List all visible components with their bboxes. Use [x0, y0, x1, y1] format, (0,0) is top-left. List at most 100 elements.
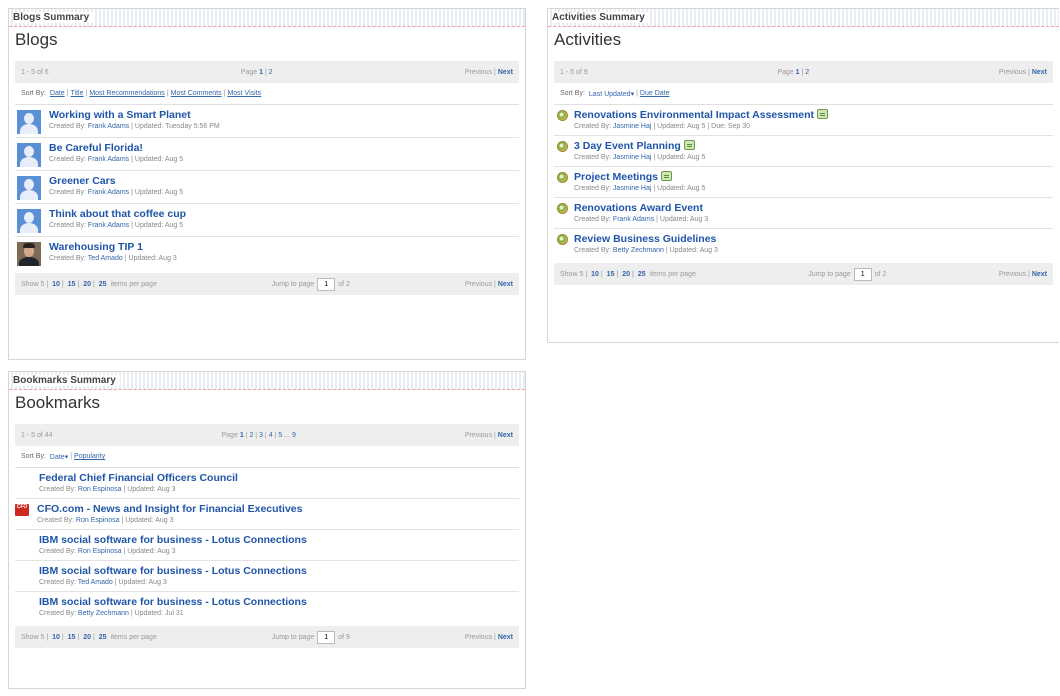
edit-icon[interactable]: [661, 171, 673, 181]
item-title-link[interactable]: Think about that coffee cup: [49, 208, 186, 221]
blogs-sort-comments[interactable]: Most Comments: [171, 90, 222, 97]
show-25[interactable]: 25: [97, 634, 109, 641]
jump-to-page-input[interactable]: [853, 267, 872, 281]
blogs-sort-bar: Sort By: Date | Title | Most Recommendatio…: [15, 83, 519, 105]
activities-panel: Activities Summary Activities 1 - 5 of 9…: [547, 8, 1059, 343]
author-link[interactable]: Betty Zechmann: [613, 247, 664, 254]
list-item: IBM social software for business - Lotus…: [39, 596, 307, 617]
blogs-pager: 1 - 5 of 6 Page 1 | 2 Previous | Next: [15, 61, 519, 83]
show-20[interactable]: 20: [81, 634, 93, 641]
blogs-title: Blogs: [15, 30, 58, 49]
bookmarks-next-footer[interactable]: Next: [498, 634, 513, 641]
author-link[interactable]: Jasmine Haj: [613, 123, 652, 130]
author-link[interactable]: Frank Adams: [613, 216, 654, 223]
blogs-panel: Blogs Summary Blogs 1 - 5 of 6 Page 1 | …: [8, 8, 526, 360]
item-title-link[interactable]: CFO.com - News and Insight for Financial…: [37, 503, 302, 516]
show-15[interactable]: 15: [66, 281, 78, 288]
list-item: IBM social software for business - Lotus…: [15, 561, 519, 592]
activities-title: Activities: [554, 30, 622, 49]
blogs-previous: Previous: [464, 68, 493, 76]
bookmarks-panel: Bookmarks Summary Bookmarks 1 - 5 of 44 …: [8, 371, 526, 689]
author-link[interactable]: Jasmine Haj: [613, 154, 652, 161]
show-10[interactable]: 10: [589, 271, 601, 278]
activities-sort-last-updated[interactable]: Last Updated▾: [589, 90, 634, 98]
bookmarks-page-2[interactable]: 2: [249, 432, 253, 439]
show-20[interactable]: 20: [81, 281, 93, 288]
item-title-link[interactable]: Renovations Environmental Impact Assessm…: [574, 109, 814, 121]
author-link[interactable]: Frank Adams: [88, 123, 129, 130]
bookmarks-sort-popularity[interactable]: Popularity: [74, 453, 105, 460]
bookmarks-page-1[interactable]: 1: [240, 432, 244, 439]
activities-page-1[interactable]: 1: [796, 69, 800, 76]
bookmarks-page-3[interactable]: 3: [259, 432, 263, 439]
author-link[interactable]: Ted Amado: [88, 255, 123, 262]
avatar: [17, 209, 41, 233]
item-title-link[interactable]: Be Careful Florida!: [49, 142, 183, 155]
author-link[interactable]: Ron Espinosa: [76, 517, 120, 524]
show-10[interactable]: 10: [50, 281, 62, 288]
activity-icon: [557, 141, 568, 152]
author-link[interactable]: Ron Espinosa: [78, 486, 122, 493]
show-25[interactable]: 25: [97, 281, 109, 288]
activities-next-link[interactable]: Next: [1032, 69, 1047, 76]
bookmarks-page-5[interactable]: 5: [278, 432, 282, 439]
bookmarks-page-9[interactable]: 9: [292, 432, 296, 439]
item-title-link[interactable]: 3 Day Event Planning: [574, 140, 681, 152]
author-link[interactable]: Frank Adams: [88, 222, 129, 229]
blogs-sort-date[interactable]: Date: [50, 90, 65, 97]
blogs-next-link[interactable]: Next: [498, 69, 513, 76]
activity-icon: [557, 172, 568, 183]
blogs-sort-recommendations[interactable]: Most Recommendations: [89, 90, 164, 97]
author-link[interactable]: Ted Amado: [78, 579, 113, 586]
avatar: [17, 176, 41, 200]
bookmarks-footer: Show 5 | 10 | 15 | 20 | 25 items per page J…: [15, 626, 519, 648]
activities-sort-due-date[interactable]: Due Date: [640, 90, 670, 97]
bookmarks-page-4[interactable]: 4: [269, 432, 273, 439]
list-item: Be Careful Florida! Created By: Frank Ad…: [15, 138, 519, 171]
blogs-sort-title[interactable]: Title: [71, 90, 84, 97]
list-item: 3 Day Event Planning Created By: Jasmine…: [554, 136, 1053, 167]
blogs-page-nav: Page 1 | 2: [240, 68, 273, 76]
edit-icon[interactable]: [817, 109, 829, 119]
author-link[interactable]: Frank Adams: [88, 156, 129, 163]
list-item: IBM social software for business - Lotus…: [15, 530, 519, 561]
jump-to-page-input[interactable]: [317, 630, 336, 644]
list-item: Warehousing TIP 1 Created By: Ted Amado …: [15, 237, 519, 269]
item-title-link[interactable]: IBM social software for business - Lotus…: [39, 596, 307, 609]
activity-icon: [557, 203, 568, 214]
item-title-link[interactable]: Review Business Guidelines: [574, 233, 718, 246]
show-15[interactable]: 15: [66, 634, 78, 641]
blogs-page-2[interactable]: 2: [269, 69, 273, 76]
author-link[interactable]: Jasmine Haj: [613, 185, 652, 192]
avatar: [17, 110, 41, 134]
item-title-link[interactable]: Federal Chief Financial Officers Council: [39, 472, 238, 485]
activities-page-2[interactable]: 2: [805, 69, 809, 76]
activities-sort-bar: Sort By: Last Updated▾ | Due Date: [554, 83, 1053, 105]
activity-icon: [557, 234, 568, 245]
item-title-link[interactable]: Greener Cars: [49, 175, 183, 188]
author-link[interactable]: Frank Adams: [88, 189, 129, 196]
author-link[interactable]: Ron Espinosa: [78, 548, 122, 555]
jump-to-page-input[interactable]: [317, 277, 336, 291]
show-25[interactable]: 25: [636, 271, 648, 278]
blogs-footer: Show 5 | 10 | 15 | 20 | 25 items per page J…: [15, 273, 519, 295]
show-20[interactable]: 20: [620, 271, 632, 278]
edit-icon[interactable]: [683, 140, 695, 150]
blogs-sort-visits[interactable]: Most Visits: [227, 90, 261, 97]
item-title-link[interactable]: Warehousing TIP 1: [49, 241, 177, 254]
item-title-link[interactable]: Renovations Award Event: [574, 202, 708, 215]
author-link[interactable]: Betty Zechmann: [78, 610, 129, 617]
item-title-link[interactable]: Project Meetings: [574, 171, 658, 183]
bookmarks-next-link[interactable]: Next: [498, 432, 513, 439]
item-title-link[interactable]: IBM social software for business - Lotus…: [39, 565, 307, 578]
show-10[interactable]: 10: [50, 634, 62, 641]
blogs-next-footer[interactable]: Next: [498, 281, 513, 288]
item-title-link[interactable]: IBM social software for business - Lotus…: [39, 534, 307, 547]
bookmarks-pager: 1 - 5 of 44 Page 1 | 2 | 3 | 4 | 5 ... 9…: [15, 424, 519, 446]
show-15[interactable]: 15: [605, 271, 617, 278]
item-title-link[interactable]: Working with a Smart Planet: [49, 109, 220, 122]
blogs-panel-header: Blogs Summary: [9, 9, 525, 27]
activities-next-footer[interactable]: Next: [1032, 271, 1047, 278]
bookmarks-sort-date[interactable]: Date▾: [50, 453, 68, 461]
blogs-page-1[interactable]: 1: [259, 69, 263, 76]
